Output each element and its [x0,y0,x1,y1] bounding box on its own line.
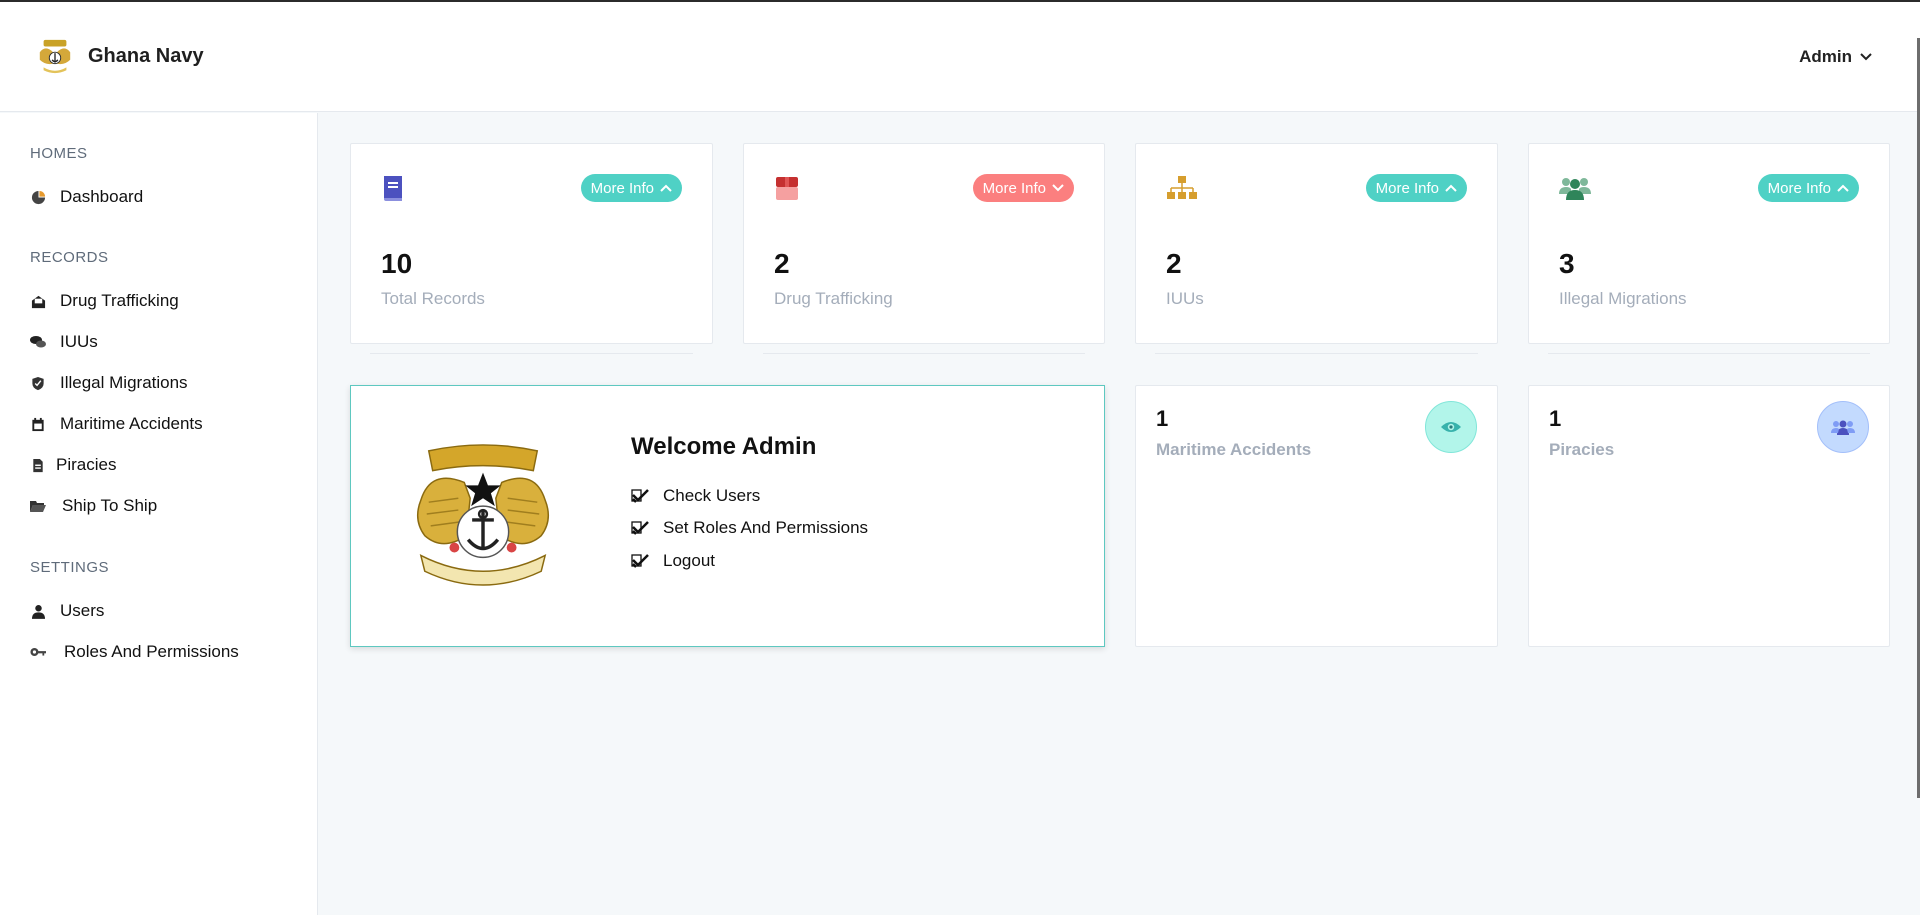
sidebar-item-roles-and-permissions[interactable]: Roles And Permissions [30,642,239,662]
chevron-up-icon [1837,184,1849,192]
mini-stat-label: Maritime Accidents [1156,440,1312,459]
sidebar-item-label: Piracies [56,455,117,474]
stat-card-iuus: More Info 2 IUUs [1135,143,1498,344]
sidebar-item-ship-to-ship[interactable]: Ship To Ship [30,496,157,516]
sidebar-item-label: Drug Trafficking [60,291,179,310]
chevron-up-icon [1445,184,1457,192]
double-check-icon [631,554,649,568]
stat-label: Illegal Migrations [1559,289,1687,308]
mini-stat-label: Piracies [1549,440,1615,459]
more-info-button[interactable]: More Info [972,174,1074,202]
stat-value: 3 [1559,248,1575,279]
stat-card-illegal-migrations: More Info 3 Illegal Migrations [1528,143,1890,344]
folder-open-icon [30,498,46,514]
card-underline [1548,353,1870,354]
sidebar-item-iuus[interactable]: IUUs [30,332,98,352]
more-info-label: More Info [590,179,654,197]
stat-value: 2 [774,248,790,279]
sidebar-item-label: Maritime Accidents [60,414,203,433]
chevron-up-icon [660,184,672,192]
sidebar-section-records: RECORDS [30,249,109,266]
welcome-link-label: Logout [663,551,715,570]
sidebar: HOMES Dashboard RECORDS Drug Trafficking… [0,113,318,915]
welcome-link-logout[interactable]: Logout [631,551,715,571]
eye-badge [1425,401,1477,453]
stat-label: IUUs [1166,289,1204,308]
chevron-down-icon [1052,184,1064,192]
brand-name: Ghana Navy [88,44,204,67]
sidebar-item-label: Illegal Migrations [60,373,188,392]
users-icon [1559,178,1591,200]
mini-card-piracies: 1 Piracies [1528,385,1890,647]
sidebar-item-maritime-accidents[interactable]: Maritime Accidents [30,414,203,434]
users-icon [1831,420,1855,435]
sidebar-section-settings: SETTINGS [30,559,110,576]
ghana-navy-crest-logo [39,39,71,74]
more-info-button[interactable]: More Info [1365,174,1467,202]
comments-icon [30,334,46,350]
sidebar-item-label: Dashboard [60,187,144,206]
calendar-icon [30,416,46,432]
welcome-link-check-users[interactable]: Check Users [631,486,760,506]
sidebar-item-drug-trafficking[interactable]: Drug Trafficking [30,291,179,311]
card-underline [1155,353,1478,354]
chevron-down-icon [1860,53,1872,61]
top-header: Ghana Navy Admin [0,2,1920,112]
mini-stat-value: 1 [1156,406,1169,431]
stat-label: Total Records [381,289,485,308]
ghana-navy-crest-image [416,444,550,586]
double-check-icon [631,489,649,503]
sidebar-section-homes: HOMES [30,145,88,162]
sidebar-item-label: Roles And Permissions [64,642,239,661]
key-icon [30,644,46,660]
more-info-label: More Info [982,179,1046,197]
sitemap-icon [1167,176,1197,199]
card-underline [370,353,693,354]
shield-icon [30,375,46,391]
more-info-button[interactable]: More Info [1757,174,1859,202]
welcome-link-label: Set Roles And Permissions [663,518,869,537]
user-menu[interactable]: Admin [1799,47,1872,67]
sidebar-item-illegal-migrations[interactable]: Illegal Migrations [30,373,188,393]
envelope-open-icon [30,293,46,309]
welcome-link-label: Check Users [663,486,761,505]
double-check-icon [631,521,649,535]
more-info-label: More Info [1375,179,1439,197]
stat-value: 10 [381,248,413,279]
welcome-link-set-roles[interactable]: Set Roles And Permissions [631,518,868,538]
sidebar-item-dashboard[interactable]: Dashboard [30,187,143,207]
more-info-button[interactable]: More Info [580,174,682,202]
stat-label: Drug Trafficking [774,289,893,308]
mini-stat-value: 1 [1549,406,1562,431]
user-icon [30,603,46,619]
stat-card-total-records: More Info 10 Total Records [350,143,713,344]
eye-icon [1441,422,1461,432]
stat-value: 2 [1166,248,1182,279]
brand[interactable]: Ghana Navy [36,36,204,76]
sidebar-item-label: Ship To Ship [62,496,158,515]
welcome-card: Welcome Admin Check Users Set Roles And … [350,385,1105,647]
stat-card-drug-trafficking: More Info 2 Drug Trafficking [743,143,1105,344]
more-info-label: More Info [1767,179,1831,197]
sidebar-item-users[interactable]: Users [30,601,104,621]
sidebar-item-label: IUUs [60,332,98,351]
sidebar-item-label: Users [60,601,105,620]
file-icon [30,457,46,473]
sidebar-item-piracies[interactable]: Piracies [30,455,116,475]
book-icon [384,176,402,201]
mini-card-maritime-accidents: 1 Maritime Accidents [1135,385,1498,647]
pie-chart-icon [30,189,46,205]
card-underline [763,353,1085,354]
user-name: Admin [1799,47,1852,66]
welcome-title: Welcome Admin [631,433,817,460]
box-icon [776,177,798,200]
users-badge [1817,401,1869,453]
